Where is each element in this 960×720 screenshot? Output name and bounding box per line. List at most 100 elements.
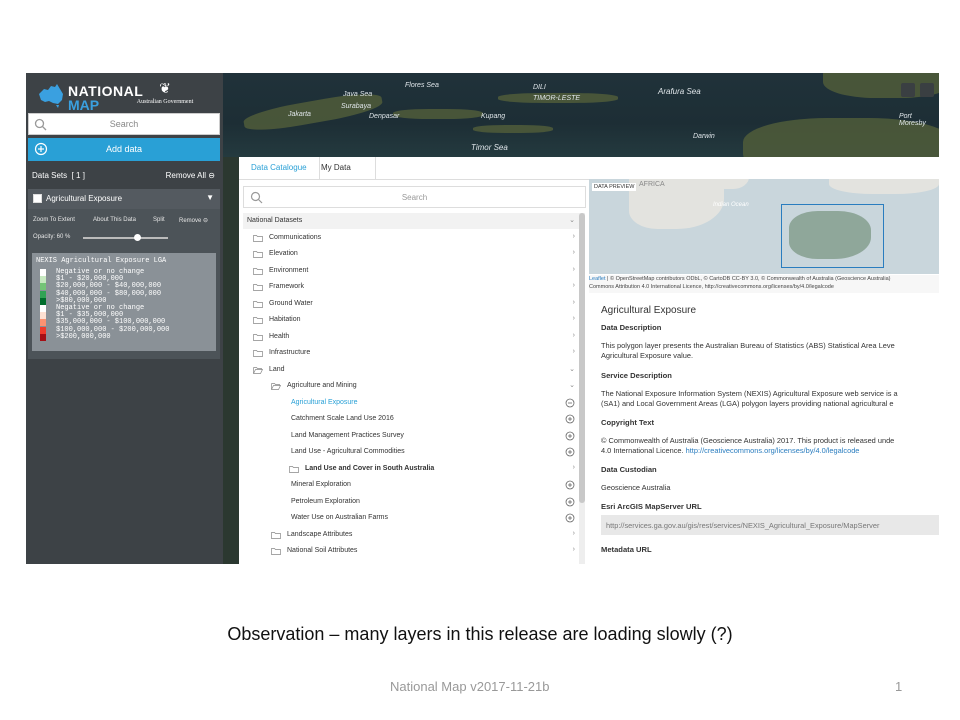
esri-url-field[interactable]: http://services.ga.gov.au/gis/rest/servi… (601, 515, 939, 535)
map-label: Flores Sea (405, 82, 439, 89)
catalogue-group-row[interactable]: Land Use and Cover in South Australia › (243, 461, 579, 477)
catalogue-group-row[interactable]: Health › (243, 329, 579, 345)
chevron-right-icon[interactable]: › (573, 233, 575, 240)
legend-swatch (40, 319, 46, 327)
data-preview-label: DATA PREVIEW (592, 183, 637, 191)
chevron-down-icon[interactable]: ⌄ (569, 381, 575, 389)
chevron-right-icon[interactable]: › (573, 282, 575, 289)
preview-map[interactable]: DATA PREVIEW AFRICA Indian Ocean (589, 179, 939, 274)
catalogue-group-row[interactable]: Infrastructure › (243, 345, 579, 361)
catalogue-search-placeholder: Search (401, 193, 428, 202)
chevron-right-icon[interactable]: › (573, 348, 575, 355)
remove-all-button[interactable]: Remove All ⊖ (166, 171, 215, 180)
catalogue-group-row[interactable]: Landscape Attributes › (243, 527, 579, 543)
chevron-down-icon[interactable]: ⌄ (569, 216, 575, 224)
about-this-data-button[interactable]: About This Data (93, 217, 136, 223)
chevron-right-icon[interactable]: › (573, 315, 575, 322)
chevron-right-icon[interactable]: › (573, 249, 575, 256)
legend-swatch (40, 276, 46, 284)
chevron-down-icon[interactable]: ⌄ (569, 365, 575, 373)
catalogue-group-row[interactable]: Communications › (243, 230, 579, 246)
catalogue-group-row[interactable]: Elevation › (243, 246, 579, 262)
catalogue-dataset-row[interactable]: Water Use on Australian Farms (243, 510, 579, 526)
opacity-slider[interactable] (83, 234, 168, 241)
catalogue-group-row[interactable]: National Soil Attributes › (243, 543, 579, 559)
remove-all-label: Remove All (165, 171, 207, 180)
chevron-right-icon[interactable]: › (573, 530, 575, 537)
folder-icon (253, 251, 263, 258)
chevron-right-icon[interactable]: › (573, 332, 575, 339)
remove-circle-icon[interactable] (565, 398, 575, 410)
tab-my-data[interactable]: My Data (321, 163, 351, 172)
add-circle-icon[interactable] (565, 480, 575, 492)
zoom-to-extent-button[interactable]: Zoom To Extent (33, 217, 75, 223)
data-description-text: This polygon layer presents the Australi… (601, 341, 895, 350)
legend-swatch (40, 326, 46, 334)
catalogue-group-row[interactable]: National Datasets ⌄ (243, 213, 579, 229)
catalogue-group-row[interactable]: Framework › (243, 279, 579, 295)
folder-icon (253, 234, 263, 242)
opacity-slider-thumb[interactable] (134, 234, 141, 241)
preview-map-landmass (829, 179, 939, 194)
catalogue-row-label: Landscape Attributes (287, 530, 353, 538)
folder-icon (253, 267, 263, 275)
leaflet-link[interactable]: Leaflet (589, 276, 606, 282)
catalogue-scrollbar-thumb[interactable] (579, 213, 585, 503)
catalogue-group-row[interactable]: Agriculture and Mining ⌄ (243, 378, 579, 394)
legend-items: Negative or no change $1 - $20,000,000 $20… (38, 268, 169, 341)
map-control-button[interactable] (920, 83, 934, 97)
map-label: Denpasar (369, 113, 400, 120)
catalogue-group-row[interactable]: Habitation › (243, 312, 579, 328)
add-circle-icon[interactable] (565, 414, 575, 426)
catalogue-dataset-row[interactable]: Petroleum Exploration (243, 494, 579, 510)
split-button[interactable]: Split (153, 217, 165, 223)
add-circle-icon[interactable] (565, 497, 575, 509)
search-input[interactable]: Search (28, 113, 220, 135)
catalogue-row-label: Land Management Practices Survey (291, 431, 404, 439)
map-label: Kupang (481, 113, 506, 120)
add-circle-icon[interactable] (565, 513, 575, 525)
map-label: Java Sea (343, 91, 373, 98)
catalogue-dataset-row[interactable]: Mineral Exploration (243, 477, 579, 493)
copyright-text: 4.0 International Licence. (601, 446, 686, 455)
catalogue-dataset-row[interactable]: Land Use - Agricultural Commodities (243, 444, 579, 460)
catalogue-group-row[interactable]: Environment › (243, 263, 579, 279)
license-link[interactable]: http://creativecommons.org/licenses/by/4… (686, 446, 860, 455)
remove-button[interactable]: Remove ⊖ (179, 217, 208, 224)
map-label: Arafura Sea (658, 87, 701, 96)
copyright-text: © Commonwealth of Australia (Geoscience … (601, 436, 895, 445)
catalogue-scrollbar[interactable] (579, 213, 585, 564)
catalogue-row-label: Petroleum Exploration (291, 497, 360, 505)
catalogue-search-input[interactable]: Search (243, 186, 586, 208)
tab-data-catalogue[interactable]: Data Catalogue (251, 163, 307, 172)
chevron-right-icon[interactable]: › (573, 546, 575, 553)
chevron-right-icon[interactable]: › (573, 299, 575, 306)
add-circle-icon[interactable] (565, 431, 575, 443)
preview-map-label: AFRICA (639, 181, 665, 188)
catalogue-group-row[interactable]: Ground Water › (243, 296, 579, 312)
australia-map-icon (39, 84, 63, 108)
catalogue-row-label: Framework (269, 283, 305, 290)
catalogue-dataset-row[interactable]: Agricultural Exposure (243, 395, 579, 411)
map-view[interactable]: Flores Sea Java Sea Surabaya Denpasar Ja… (223, 73, 939, 178)
chevron-right-icon[interactable]: › (573, 464, 575, 471)
logo[interactable]: NATIONAL MAP ❦ Australian Government (30, 77, 220, 113)
legend-item: >$200,000,000 (38, 333, 169, 341)
caret-down-icon[interactable]: ▼ (206, 193, 214, 202)
legend-swatch (40, 269, 46, 276)
chevron-right-icon[interactable]: › (573, 266, 575, 273)
add-circle-icon[interactable] (565, 447, 575, 459)
data-description-text: Agricultural Exposure value. (601, 351, 694, 360)
legend-swatch (40, 283, 46, 291)
legend: NEXIS Agricultural Exposure LGA Negative… (32, 253, 216, 351)
catalogue-dataset-row[interactable]: Land Management Practices Survey (243, 428, 579, 444)
add-data-button[interactable]: Add data (28, 138, 220, 161)
esri-url-value: http://services.ga.gov.au/gis/rest/servi… (606, 521, 880, 530)
catalogue-group-row[interactable]: Land ⌄ (243, 362, 579, 378)
catalogue-dataset-row[interactable]: Catchment Scale Land Use 2016 (243, 411, 579, 427)
map-label: Darwin (693, 133, 715, 140)
map-label: Surabaya (341, 103, 371, 110)
layer-header[interactable]: Agricultural Exposure ▼ (28, 189, 220, 209)
map-control-button[interactable] (901, 83, 915, 97)
layer-visibility-checkbox[interactable] (33, 194, 42, 203)
